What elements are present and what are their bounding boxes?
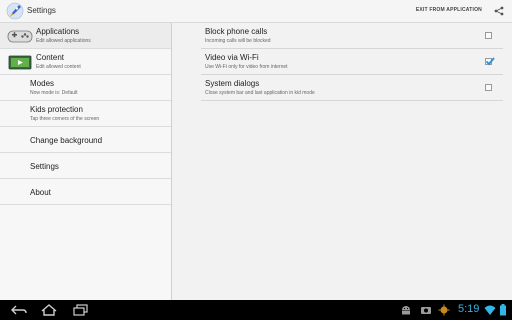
wifi-icon [484, 305, 496, 315]
video-icon [8, 55, 32, 70]
page-title: Settings [27, 6, 56, 15]
setting-subtitle: Use Wi-Fi only for video from internet [205, 64, 288, 70]
battery-icon [500, 304, 506, 316]
nav-item-modes[interactable]: Modes Now mode is: Default [0, 75, 171, 101]
nav-item-change-background[interactable]: Change background [0, 127, 171, 153]
nav-item-about[interactable]: About [0, 179, 171, 205]
android-icon [402, 306, 410, 315]
nav-item-title: Change background [30, 136, 103, 145]
nav-item-title: Modes [30, 79, 55, 88]
nav-item-title: About [30, 188, 51, 197]
video-via-wifi-checkbox[interactable] [485, 57, 495, 66]
setting-video-via-wifi[interactable]: Video via Wi-Fi Use Wi-Fi only for video… [172, 49, 512, 75]
divider [201, 100, 503, 101]
home-icon[interactable] [40, 304, 58, 316]
settings-pane: Block phone calls Incoming calls will be… [172, 23, 512, 300]
setting-subtitle: Close system bar and last application in… [205, 90, 315, 96]
debug-icon [438, 304, 450, 316]
setting-title: System dialogs [205, 79, 260, 88]
camera-icon [421, 307, 431, 314]
nav-item-title: Applications [36, 27, 80, 36]
rocket-icon[interactable] [6, 2, 24, 20]
setting-title: Block phone calls [205, 27, 268, 36]
gamepad-icon [7, 30, 33, 43]
setting-block-phone-calls[interactable]: Block phone calls Incoming calls will be… [172, 23, 512, 49]
nav-item-title: Content [36, 53, 65, 62]
nav-item-title: Settings [30, 162, 59, 171]
nav-item-content[interactable]: Content Edit allowed content [0, 49, 171, 75]
nav-item-title: Kids protection [30, 105, 83, 114]
action-bar: Settings EXIT FROM APPLICATION [0, 0, 512, 23]
nav-item-subtitle: Now mode is: Default [30, 90, 78, 96]
nav-item-subtitle: Edit allowed content [36, 64, 81, 70]
setting-title: Video via Wi-Fi [205, 53, 259, 62]
clock: 5:19 [458, 303, 480, 315]
nav-item-subtitle: Edit allowed applications [36, 38, 91, 44]
nav-item-settings[interactable]: Settings [0, 153, 171, 179]
back-icon[interactable] [10, 304, 28, 316]
system-dialogs-checkbox[interactable] [485, 84, 492, 91]
checkmark-icon [485, 57, 495, 66]
exit-application-button[interactable]: EXIT FROM APPLICATION [416, 7, 482, 13]
share-icon[interactable] [494, 6, 504, 16]
setting-subtitle: Incoming calls will be blocked [205, 38, 271, 44]
block-phone-calls-checkbox[interactable] [485, 32, 492, 39]
nav-item-kids-protection[interactable]: Kids protection Tap three corners of the… [0, 101, 171, 127]
setting-system-dialogs[interactable]: System dialogs Close system bar and last… [172, 75, 512, 101]
system-bar: 5:19 [0, 300, 512, 320]
nav-item-subtitle: Tap three corners of the screen [30, 116, 100, 122]
nav-item-applications[interactable]: Applications Edit allowed applications [0, 23, 171, 49]
recents-icon[interactable] [72, 304, 90, 316]
navigation-pane: Applications Edit allowed applications C… [0, 23, 172, 300]
